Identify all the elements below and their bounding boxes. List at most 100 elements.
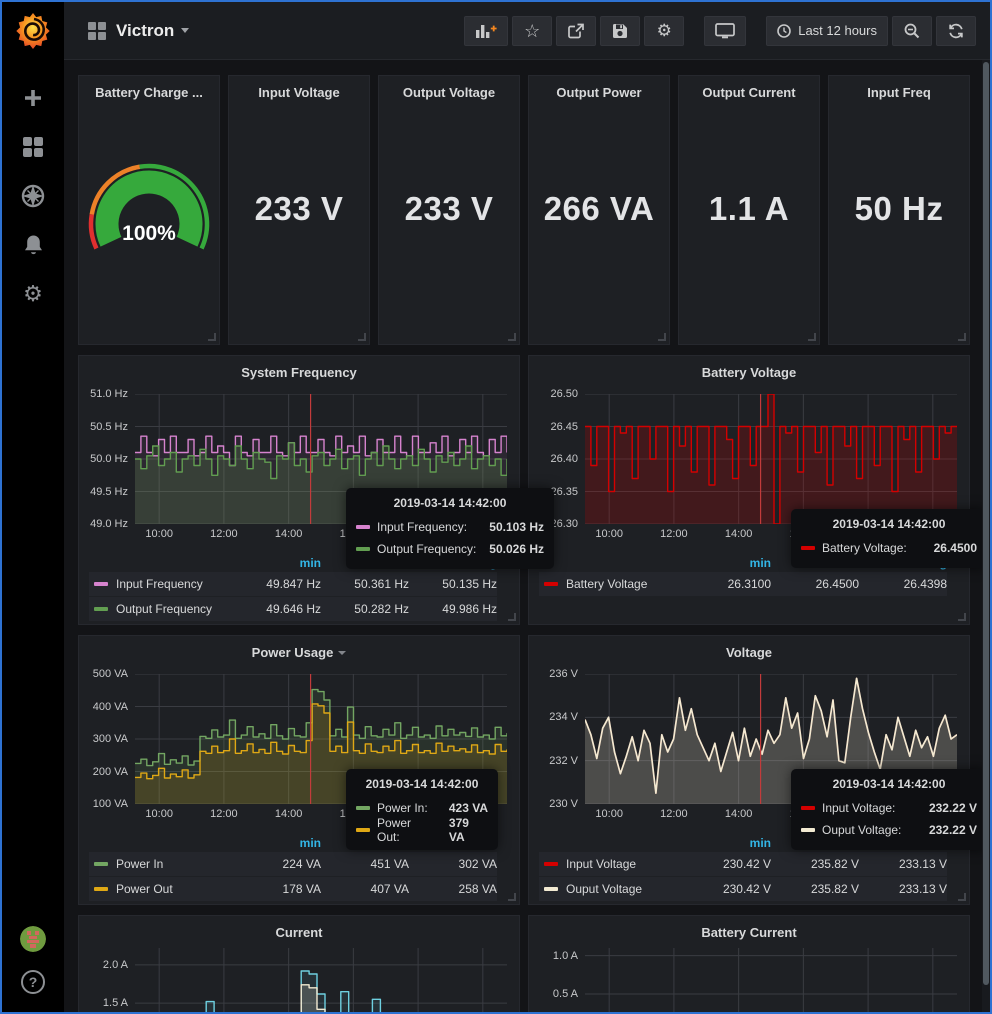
clock-icon xyxy=(777,24,791,38)
series-color-swatch[interactable] xyxy=(544,862,558,866)
dashboard-settings-button[interactable]: ⚙ xyxy=(644,16,684,46)
legend-series[interactable]: Battery Voltage26.310026.450026.4398 xyxy=(539,572,947,596)
plot-area[interactable] xyxy=(585,948,957,1012)
dashboard-title-dropdown[interactable]: Victron xyxy=(116,21,189,41)
scrollbar-thumb[interactable] xyxy=(983,62,989,985)
y-tick-label: 400 VA xyxy=(93,701,128,713)
plot-area[interactable] xyxy=(135,948,507,1012)
series-stat-value: 407 VA xyxy=(321,882,409,896)
series-name[interactable]: Power In xyxy=(116,857,233,871)
panel-title[interactable]: Battery Voltage xyxy=(529,356,969,384)
panel-title[interactable]: System Frequency xyxy=(79,356,519,384)
series-name[interactable]: Battery Voltage xyxy=(566,577,683,591)
dashboard-grid-icon[interactable] xyxy=(88,22,106,40)
y-tick-label: 236 V xyxy=(549,668,578,680)
series-color-swatch[interactable] xyxy=(544,887,558,891)
legend-stat-header[interactable]: min xyxy=(683,836,771,850)
y-tick-label: 2.0 A xyxy=(103,959,128,971)
tooltip-series-row: Input Frequency:50.103 Hz xyxy=(356,516,544,538)
panel-title[interactable]: Battery Current xyxy=(529,916,969,944)
panel-title[interactable]: Input Voltage xyxy=(229,76,369,104)
series-name[interactable]: Input Frequency xyxy=(116,577,233,591)
tooltip-series-value: 50.026 Hz xyxy=(477,542,544,556)
series-color-swatch[interactable] xyxy=(94,607,108,611)
series-stat-value: 230.42 V xyxy=(683,857,771,871)
series-stat-value: 178 VA xyxy=(233,882,321,896)
plot-area[interactable] xyxy=(585,394,957,524)
panel-output-voltage-stat: Output Voltage 233 V xyxy=(378,75,520,345)
panel-input-freq-stat: Input Freq 50 Hz xyxy=(828,75,970,345)
y-axis-labels: 51.0 Hz50.5 Hz50.0 Hz49.5 Hz49.0 Hz xyxy=(82,394,128,524)
series-stat-value: 49.986 Hz xyxy=(409,602,497,616)
zoom-out-button[interactable] xyxy=(892,16,932,46)
legend-series[interactable]: Ouput Voltage230.42 V235.82 V233.13 V xyxy=(539,877,947,901)
user-avatar[interactable] xyxy=(20,926,46,952)
tooltip-series-value: 232.22 V xyxy=(917,823,977,837)
time-range-label: Last 12 hours xyxy=(798,23,877,38)
legend-stat-header[interactable]: min xyxy=(683,556,771,570)
tooltip-series-row: Input Voltage:232.22 V xyxy=(801,797,977,819)
panel-title[interactable]: Output Current xyxy=(679,76,819,104)
panel-voltage: Voltage 236 V234 V232 V230 V 10:0012:001… xyxy=(528,635,970,905)
series-name[interactable]: Input Voltage xyxy=(566,857,683,871)
series-color-swatch xyxy=(801,806,815,810)
legend-series[interactable]: Input Frequency49.847 Hz50.361 Hz50.135 … xyxy=(89,572,497,596)
share-dashboard-button[interactable] xyxy=(556,16,596,46)
y-tick-label: 1.5 A xyxy=(103,997,128,1009)
panel-title[interactable]: Output Voltage xyxy=(379,76,519,104)
alerting-bell-icon[interactable] xyxy=(21,233,45,257)
x-tick-label: 14:00 xyxy=(275,808,303,820)
legend-series[interactable]: Output Frequency49.646 Hz50.282 Hz49.986… xyxy=(89,597,497,621)
tooltip-timestamp: 2019-03-14 14:42:00 xyxy=(801,777,977,791)
panel-title[interactable]: Battery Charge ... xyxy=(79,76,219,104)
panel-title[interactable]: Input Freq xyxy=(829,76,969,104)
series-name[interactable]: Power Out xyxy=(116,882,233,896)
legend-stat-header[interactable]: min xyxy=(233,836,321,850)
chevron-down-icon xyxy=(181,28,189,33)
configuration-gear-icon[interactable]: ⚙ xyxy=(21,282,45,306)
add-panel-button[interactable] xyxy=(464,16,508,46)
series-name[interactable]: Ouput Voltage xyxy=(566,882,683,896)
grafana-logo[interactable] xyxy=(13,10,53,50)
series-stat-value: 50.282 Hz xyxy=(321,602,409,616)
series-color-swatch[interactable] xyxy=(94,887,108,891)
series-color-swatch xyxy=(801,546,815,550)
explore-compass-icon[interactable] xyxy=(21,184,45,208)
series-color-swatch[interactable] xyxy=(94,582,108,586)
tooltip-series-label: Ouput Voltage: xyxy=(822,823,901,837)
cycle-view-mode-button[interactable] xyxy=(704,16,746,46)
panel-title[interactable]: Current xyxy=(79,916,519,944)
series-color-swatch xyxy=(356,806,370,810)
time-range-picker[interactable]: Last 12 hours xyxy=(766,16,888,46)
panel-battery-charge: Battery Charge ... 100% xyxy=(78,75,220,345)
top-navbar: Victron ☆ ⚙ Last 12 hours xyxy=(64,2,990,60)
series-name[interactable]: Output Frequency xyxy=(116,602,233,616)
panel-menu-caret-icon xyxy=(338,651,346,655)
legend-series[interactable]: Input Voltage230.42 V235.82 V233.13 V xyxy=(539,852,947,876)
dashboards-icon[interactable] xyxy=(21,135,45,159)
star-dashboard-button[interactable]: ☆ xyxy=(512,16,552,46)
tooltip-series-value: 379 VA xyxy=(437,816,488,844)
y-tick-label: 49.0 Hz xyxy=(90,518,128,530)
series-color-swatch[interactable] xyxy=(544,582,558,586)
save-dashboard-button[interactable] xyxy=(600,16,640,46)
refresh-button[interactable] xyxy=(936,16,976,46)
panel-output-current-stat: Output Current 1.1 A xyxy=(678,75,820,345)
y-tick-label: 1.0 A xyxy=(553,950,578,962)
x-tick-label: 14:00 xyxy=(725,808,753,820)
x-tick-label: 10:00 xyxy=(595,808,623,820)
graph-tooltip: 2019-03-14 14:42:00Power In:423 VAPower … xyxy=(346,769,498,850)
panel-title[interactable]: Output Power xyxy=(529,76,669,104)
panel-title[interactable]: Power Usage xyxy=(79,636,519,664)
x-tick-label: 14:00 xyxy=(275,528,303,540)
legend-stat-header[interactable]: min xyxy=(233,556,321,570)
x-tick-label: 12:00 xyxy=(660,528,688,540)
series-color-swatch[interactable] xyxy=(94,862,108,866)
create-plus-icon[interactable] xyxy=(21,86,45,110)
help-icon[interactable]: ? xyxy=(21,970,45,994)
panel-title[interactable]: Voltage xyxy=(529,636,969,664)
legend-series[interactable]: Power Out178 VA407 VA258 VA xyxy=(89,877,497,901)
y-tick-label: 50.0 Hz xyxy=(90,453,128,465)
scrollbar-track[interactable] xyxy=(982,60,990,1012)
legend-series[interactable]: Power In224 VA451 VA302 VA xyxy=(89,852,497,876)
